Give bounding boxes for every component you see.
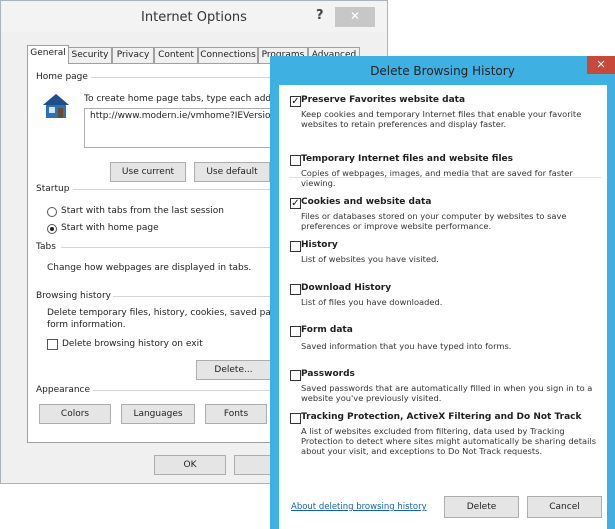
window-title: Internet Options [141,10,247,25]
cookies-checkbox[interactable]: ✓ [290,198,301,209]
delete-browsing-history-dialog: Delete Browsing History ✕ ✓ Preserve Fav… [270,56,615,529]
passwords-title: Passwords [301,369,355,379]
form-data-title: Form data [301,325,353,335]
passwords-checkbox[interactable] [290,370,301,381]
download-history-title: Download History [301,283,392,293]
startup-home-page-radio[interactable] [47,224,57,234]
use-current-button[interactable]: Use current [110,162,186,182]
delete-history-button[interactable]: Delete... [196,360,271,380]
dialog-close-button[interactable]: ✕ [587,56,615,74]
browsing-history-description: Delete temporary files, history, cookies… [47,308,288,318]
form-data-checkbox[interactable] [290,326,301,337]
dialog-body: ✓ Preserve Favorites website data Keep c… [279,85,607,529]
languages-button[interactable]: Languages [121,404,195,424]
delete-on-exit-checkbox[interactable] [47,339,58,350]
temporary-files-checkbox[interactable] [290,155,301,166]
dialog-title: Delete Browsing History [370,64,515,78]
history-checkbox[interactable] [290,241,301,252]
tab-content[interactable]: Content [154,47,198,63]
tracking-protection-checkbox[interactable] [290,413,301,424]
temporary-files-title: Temporary Internet files and website fil… [301,154,514,164]
cancel-dialog-button[interactable]: Cancel [527,496,602,518]
download-history-checkbox[interactable] [290,284,301,295]
home-page-group-label: Home page [36,72,88,82]
preserve-favorites-checkbox[interactable]: ✓ [290,96,301,107]
startup-last-session-label: Start with tabs from the last session [61,206,224,216]
fonts-button[interactable]: Fonts [205,404,267,424]
startup-last-session-radio[interactable] [47,207,57,217]
close-button[interactable]: ✕ [335,7,375,27]
tab-connections[interactable]: Connections [198,47,258,63]
use-default-button[interactable]: Use default [194,162,270,182]
ok-button[interactable]: OK [154,455,226,475]
browsing-history-group-label: Browsing history [36,291,111,301]
history-title: History [301,240,338,250]
form-data-desc: Saved information that you have typed in… [301,341,512,351]
history-desc: List of websites you have visited. [301,254,439,264]
colors-button[interactable]: Colors [39,404,111,424]
tabs-description: Change how webpages are displayed in tab… [47,263,252,273]
cookies-title: Cookies and website data [301,197,432,207]
delete-button[interactable]: Delete [444,496,519,518]
home-page-instruction: To create home page tabs, type each addr… [84,94,290,104]
tracking-protection-desc: A list of websites excluded from filteri… [301,426,597,456]
temporary-files-desc: Copies of webpages, images, and media th… [301,168,573,188]
preserve-favorites-desc: Keep cookies and temporary Internet file… [301,109,582,129]
delete-on-exit-label: Delete browsing history on exit [62,339,203,349]
startup-group-label: Startup [36,184,70,194]
cookies-desc: Files or databases stored on your comput… [301,211,567,231]
passwords-desc: Saved passwords that are automatically f… [301,383,593,403]
tab-privacy[interactable]: Privacy [112,47,154,63]
download-history-desc: List of files you have downloaded. [301,297,443,307]
tracking-protection-title: Tracking Protection, ActiveX Filtering a… [301,412,582,422]
tabs-group-label: Tabs [36,242,56,252]
preserve-favorites-title: Preserve Favorites website data [301,95,466,105]
tab-security[interactable]: Security [68,47,112,63]
title-bar: Internet Options ? ✕ [1,1,387,32]
browsing-history-description-2: form information. [47,320,126,330]
help-button[interactable]: ? [316,8,324,23]
appearance-group-label: Appearance [36,385,91,395]
house-icon [43,94,69,118]
startup-home-page-label: Start with home page [61,223,159,233]
about-deleting-history-link[interactable]: About deleting browsing history [291,502,427,512]
tab-general[interactable]: General [27,45,69,64]
